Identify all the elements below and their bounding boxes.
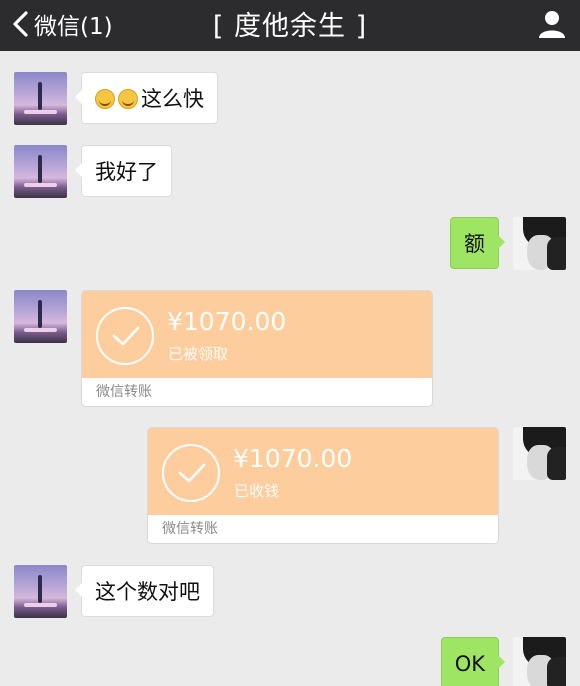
crying-laughing-emoji-icon: [118, 89, 138, 109]
contact-avatar[interactable]: [14, 290, 67, 343]
contact-avatar[interactable]: [14, 145, 67, 198]
message-text: 额: [464, 232, 485, 256]
contact-avatar[interactable]: [14, 565, 67, 618]
top-bar: 微信(1) [ 度他余生 ]: [0, 0, 580, 51]
my-message-bubble[interactable]: 额: [450, 217, 505, 269]
my-transfer-card[interactable]: ¥1070.00 已收钱 微信转账: [147, 427, 499, 544]
transfer-status: 已收钱: [234, 482, 280, 500]
transfer-card[interactable]: ¥1070.00 已被领取 微信转账: [81, 290, 433, 407]
transfer-status: 已被领取: [168, 345, 229, 363]
my-message-bubble[interactable]: OK: [440, 637, 506, 686]
check-circle-icon: [96, 307, 154, 365]
message-text: 这么快: [141, 87, 204, 111]
message-bubble[interactable]: 这个数对吧: [75, 565, 214, 617]
transfer-footer: 微信转账: [82, 378, 432, 406]
my-avatar[interactable]: [513, 637, 566, 686]
message-text: 这个数对吧: [95, 580, 200, 604]
check-circle-icon: [162, 444, 220, 502]
message-text: OK: [454, 652, 485, 676]
contact-avatar[interactable]: [14, 72, 67, 125]
my-avatar[interactable]: [513, 427, 566, 480]
transfer-footer: 微信转账: [148, 515, 498, 543]
message-text: 我好了: [95, 160, 158, 184]
crying-laughing-emoji-icon: [95, 89, 115, 109]
message-bubble[interactable]: 这么快: [75, 72, 218, 124]
transfer-amount: ¥1070.00: [167, 307, 287, 336]
transfer-amount: ¥1070.00: [233, 444, 353, 473]
chat-title: [ 度他余生 ]: [212, 11, 368, 42]
person-icon[interactable]: [536, 8, 568, 40]
message-bubble[interactable]: 我好了: [75, 145, 172, 197]
my-avatar[interactable]: [513, 217, 566, 270]
